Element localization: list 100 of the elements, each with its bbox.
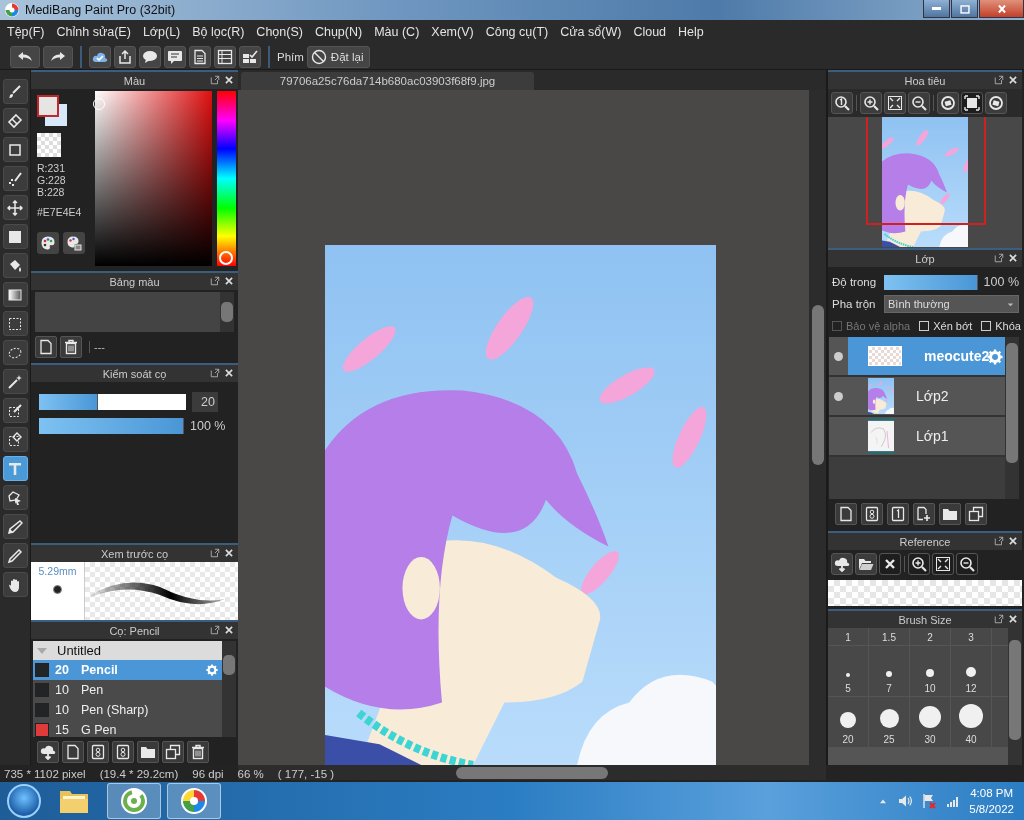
scrollbar[interactable]: [220, 292, 234, 332]
brush-action-button[interactable]: [87, 741, 109, 763]
close-panel-button[interactable]: [1008, 614, 1018, 624]
tool-button[interactable]: [2, 137, 28, 162]
zoom-out-button[interactable]: [956, 553, 978, 575]
cloud-download-button[interactable]: [831, 553, 853, 575]
float-panel-button[interactable]: [210, 625, 220, 635]
layer-action-button[interactable]: [887, 503, 909, 525]
brush-size-slider[interactable]: [39, 394, 186, 410]
brush-action-button[interactable]: [162, 741, 184, 763]
menu-item[interactable]: Chọn(S): [250, 25, 309, 39]
palette-settings-button[interactable]: [63, 232, 85, 254]
brush-size-option[interactable]: 1: [828, 628, 868, 645]
toolbar-button[interactable]: [214, 45, 236, 68]
brush-size-option[interactable]: 10: [910, 646, 950, 696]
menu-item[interactable]: Màu (C): [368, 25, 426, 39]
menu-item[interactable]: Chụp(N): [308, 25, 369, 39]
tool-button[interactable]: [2, 572, 28, 597]
transparent-swatch[interactable]: [37, 133, 61, 157]
layer-item[interactable]: Lớp2: [829, 377, 1005, 417]
tool-button[interactable]: [2, 195, 28, 220]
brush-size-option[interactable]: 1.5: [869, 628, 909, 645]
color-swatches[interactable]: [37, 95, 67, 127]
option-checkbox[interactable]: Xén bớt: [919, 320, 973, 332]
menu-item[interactable]: Cloud: [627, 25, 673, 39]
menu-item[interactable]: Tệp(F): [1, 25, 51, 39]
horizontal-scrollbar[interactable]: [238, 765, 826, 780]
brush-size-option[interactable]: 7: [869, 646, 909, 696]
close-panel-button[interactable]: [224, 276, 234, 286]
toolbar-button[interactable]: [89, 45, 111, 68]
taskbar-app[interactable]: [167, 783, 221, 819]
brush-size-option[interactable]: 3: [951, 628, 991, 645]
brush-action-button[interactable]: [137, 741, 159, 763]
brush-size-option[interactable]: 2: [910, 628, 950, 645]
close-panel-button[interactable]: [224, 368, 234, 378]
scrollbar[interactable]: [1005, 337, 1019, 499]
toolbar-button[interactable]: [139, 45, 161, 68]
tool-button[interactable]: [2, 485, 28, 510]
reset-rotation-button[interactable]: [961, 92, 983, 114]
scrollbar[interactable]: [222, 641, 236, 737]
float-panel-button[interactable]: [994, 536, 1004, 546]
close-panel-button[interactable]: [224, 625, 234, 635]
tool-button[interactable]: [2, 311, 28, 336]
toolbar-button[interactable]: [164, 45, 186, 68]
close-panel-button[interactable]: [224, 75, 234, 85]
fit-button[interactable]: [884, 92, 906, 114]
palette-button[interactable]: [37, 232, 59, 254]
layer-item[interactable]: Lớp1: [829, 417, 1005, 457]
toolbar-button[interactable]: [239, 45, 261, 68]
brush-item[interactable]: 10 Pen (Sharp): [33, 700, 222, 720]
hue-slider[interactable]: [217, 91, 236, 266]
rotate-left-button[interactable]: [937, 92, 959, 114]
undo-button[interactable]: [10, 45, 40, 68]
menu-item[interactable]: Công cụ(T): [479, 25, 555, 39]
tool-button[interactable]: [2, 369, 28, 394]
open-button[interactable]: [855, 553, 877, 575]
brush-item[interactable]: 15 G Pen: [33, 720, 222, 737]
brush-size-option[interactable]: 25: [869, 697, 909, 747]
tool-button[interactable]: [2, 166, 28, 191]
close-panel-button[interactable]: [224, 548, 234, 558]
blend-mode-dropdown[interactable]: Bình thường: [884, 295, 1019, 313]
document-tab[interactable]: 79706a25c76da714b680ac03903f68f9.jpg: [241, 72, 534, 90]
remove-button[interactable]: [879, 553, 901, 575]
zoom-actual-button[interactable]: [831, 92, 853, 114]
menu-item[interactable]: Cửa sổ(W): [554, 25, 628, 39]
toolbar-button[interactable]: [114, 45, 136, 68]
visibility-dot[interactable]: [834, 351, 843, 361]
float-panel-button[interactable]: [210, 368, 220, 378]
menu-item[interactable]: Help: [672, 25, 710, 39]
taskbar-app[interactable]: [107, 783, 161, 819]
visibility-dot[interactable]: [834, 391, 843, 401]
tool-button[interactable]: [2, 398, 28, 423]
option-checkbox[interactable]: Khóa: [981, 320, 1021, 332]
layer-action-button[interactable]: [835, 503, 857, 525]
brush-action-button[interactable]: [187, 741, 209, 763]
toolbar-button[interactable]: [189, 45, 211, 68]
tool-button[interactable]: [2, 79, 28, 104]
tool-button[interactable]: [2, 108, 28, 133]
float-panel-button[interactable]: [210, 548, 220, 558]
zoom-in-button[interactable]: [860, 92, 882, 114]
brush-group-header[interactable]: Untitled: [33, 641, 222, 660]
saturation-value-picker[interactable]: [94, 91, 213, 266]
layer-action-button[interactable]: [939, 503, 961, 525]
scrollbar[interactable]: [1008, 628, 1022, 765]
float-panel-button[interactable]: [994, 75, 1004, 85]
layer-action-button[interactable]: [965, 503, 987, 525]
tool-button[interactable]: [2, 224, 28, 249]
reset-button[interactable]: Đặt lại: [306, 45, 371, 68]
tool-button[interactable]: [2, 253, 28, 278]
brush-size-value[interactable]: 20: [192, 392, 218, 412]
start-button[interactable]: [7, 784, 41, 818]
tool-button[interactable]: [2, 282, 28, 307]
view-frame[interactable]: [866, 117, 986, 225]
menu-item[interactable]: Lớp(L): [136, 25, 187, 39]
maximize-button[interactable]: [951, 0, 978, 18]
menu-item[interactable]: Chỉnh sửa(E): [50, 25, 137, 39]
new-palette-button[interactable]: [35, 336, 57, 358]
menu-item[interactable]: Xem(V): [425, 25, 480, 39]
zoom-in-button[interactable]: [908, 553, 930, 575]
brush-action-button[interactable]: [37, 741, 59, 763]
